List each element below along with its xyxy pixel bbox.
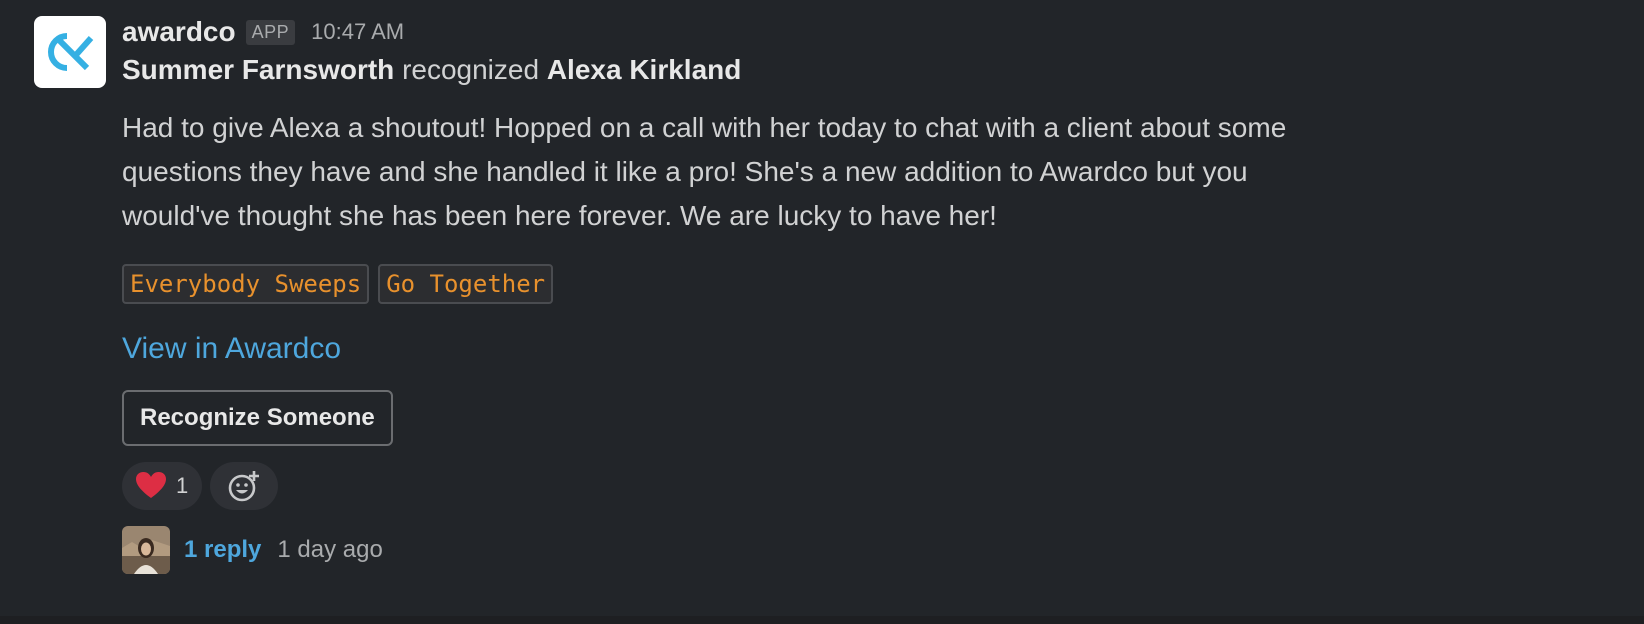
recognizer-name: Summer Farnsworth bbox=[122, 54, 395, 85]
recognize-someone-button[interactable]: Recognize Someone bbox=[122, 390, 393, 446]
awardco-logo-avatar[interactable] bbox=[34, 16, 106, 88]
add-reaction-button[interactable] bbox=[210, 462, 279, 510]
recognition-line: Summer Farnsworth recognized Alexa Kirkl… bbox=[122, 54, 1522, 86]
recognition-action: recognized bbox=[402, 54, 540, 85]
message: awardco APP 10:47 AM Summer Farnsworth r… bbox=[0, 0, 1644, 616]
last-reply-time: 1 day ago bbox=[277, 536, 383, 563]
replier-avatar[interactable] bbox=[122, 526, 170, 574]
value-tags: Everybody Sweeps Go Together bbox=[122, 264, 1522, 304]
thread-summary: 1 reply 1 day ago bbox=[122, 526, 1522, 574]
message-content: awardco APP 10:47 AM Summer Farnsworth r… bbox=[122, 12, 1522, 574]
timestamp[interactable]: 10:47 AM bbox=[311, 19, 404, 45]
reply-count-link[interactable]: 1 reply bbox=[184, 536, 261, 564]
recipient-name: Alexa Kirkland bbox=[546, 54, 742, 85]
tag-go-together: Go Together bbox=[378, 264, 554, 304]
heart-icon bbox=[136, 472, 166, 498]
tag-everybody-sweeps: Everybody Sweeps bbox=[122, 264, 370, 304]
reaction-count: 1 bbox=[176, 473, 189, 498]
app-badge: APP bbox=[245, 19, 296, 45]
message-header: awardco APP 10:47 AM bbox=[122, 12, 1522, 52]
view-in-awardco-link[interactable]: View in Awardco bbox=[122, 332, 341, 366]
reactions-bar: 1 bbox=[122, 462, 1522, 510]
sender-name[interactable]: awardco bbox=[122, 16, 236, 48]
reaction-heart[interactable]: 1 bbox=[122, 462, 203, 510]
replier-photo bbox=[122, 526, 170, 574]
add-emoji-icon bbox=[228, 471, 260, 502]
message-body: Had to give Alexa a shoutout! Hopped on … bbox=[122, 112, 1287, 231]
awardco-logo-icon bbox=[48, 33, 94, 71]
